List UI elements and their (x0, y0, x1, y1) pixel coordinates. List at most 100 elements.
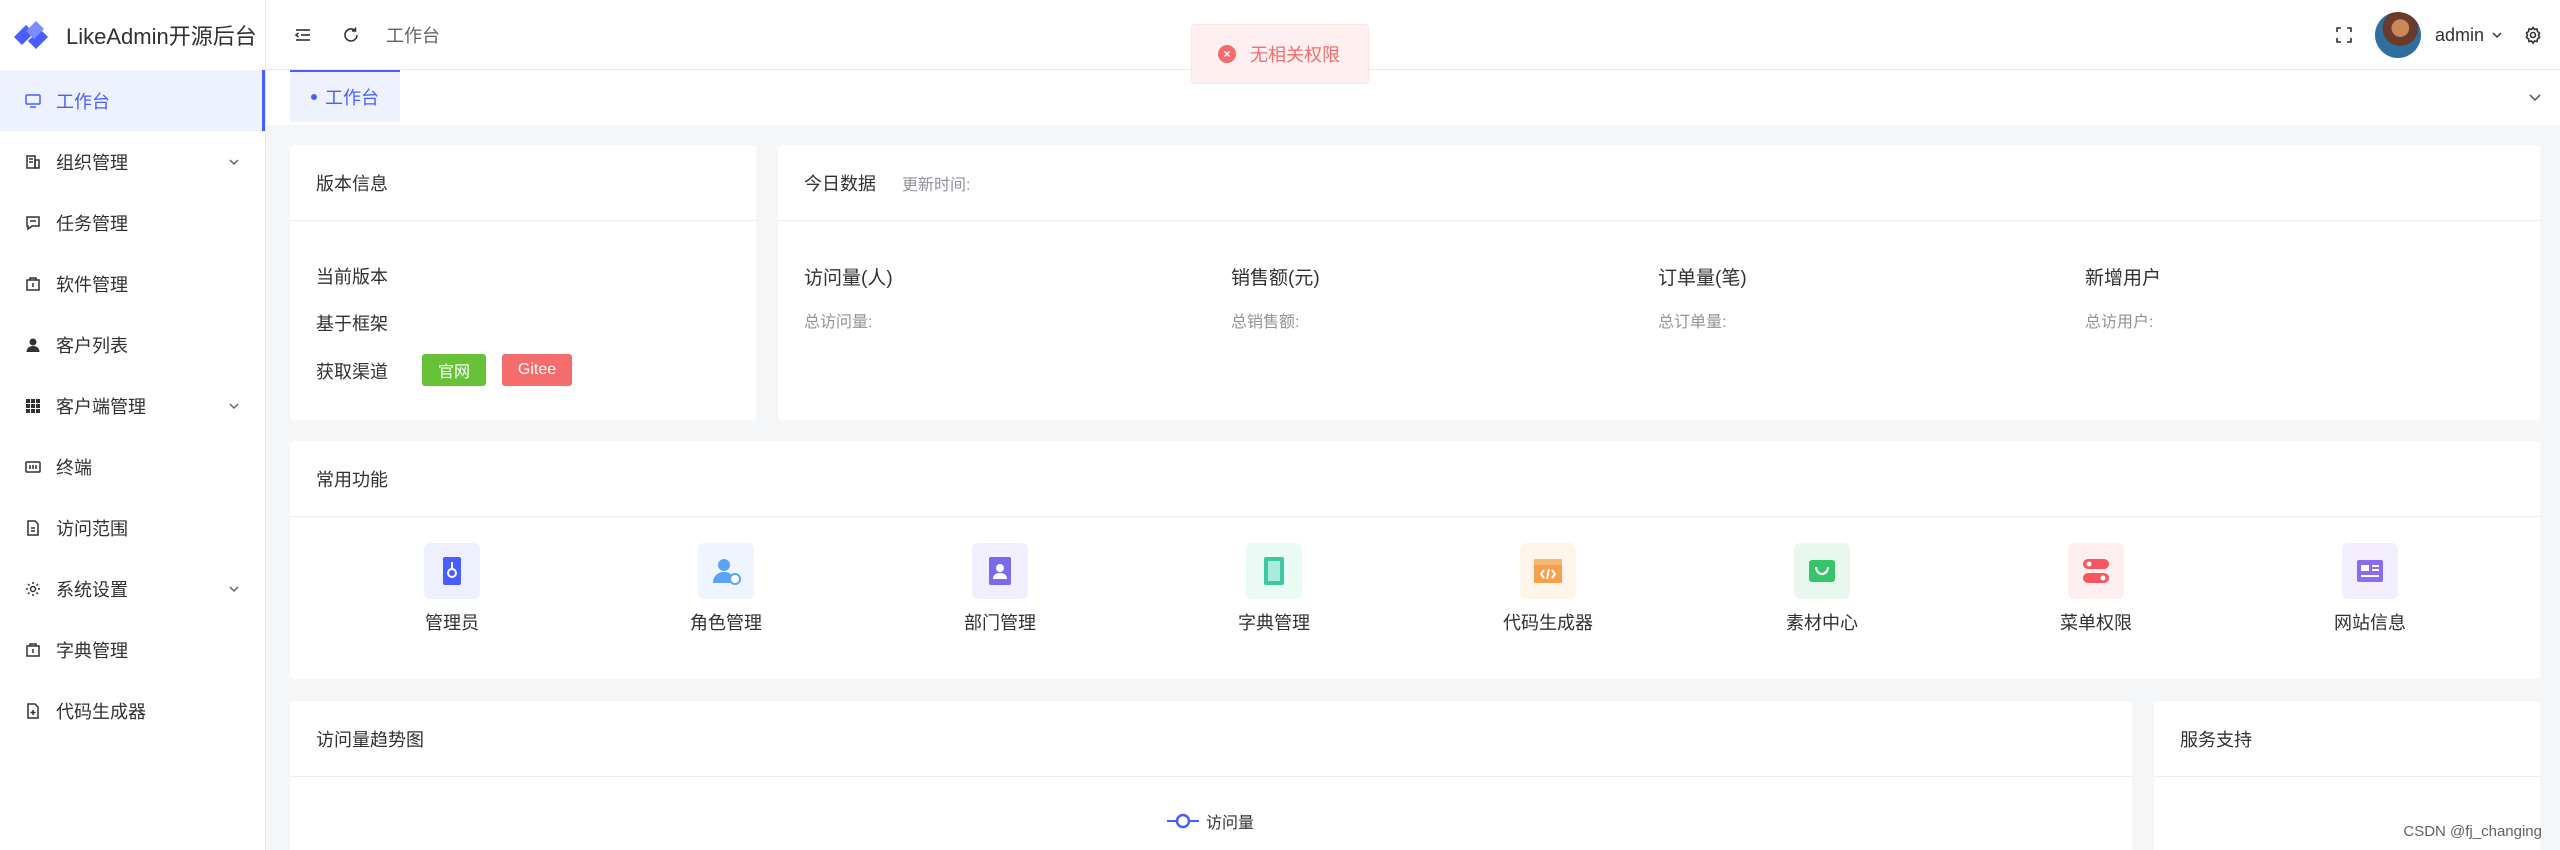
func-code-generator[interactable]: 代码生成器 (1478, 543, 1618, 635)
func-role[interactable]: 角色管理 (656, 543, 796, 635)
sidebar-item-label: 工作台 (56, 91, 110, 112)
code-icon (1520, 543, 1576, 599)
fold-menu-icon[interactable] (292, 24, 314, 46)
func-admin[interactable]: 管理员 (382, 543, 522, 635)
card-header: 今日数据 更新时间: (778, 145, 2540, 221)
breadcrumb[interactable]: 工作台 (386, 22, 440, 48)
settings-icon[interactable] (2522, 24, 2544, 46)
avatar[interactable] (2374, 12, 2421, 58)
fullscreen-icon[interactable] (2333, 24, 2355, 46)
document-add-icon (24, 702, 42, 720)
card-title: 服务支持 (2154, 701, 2540, 777)
sidebar-item-access-scope[interactable]: 访问范围 (0, 497, 265, 558)
sidebar-item-label: 代码生成器 (56, 701, 146, 722)
card-title: 今日数据 (804, 173, 876, 194)
framework-label: 基于框架 (316, 314, 388, 334)
func-material-center[interactable]: 素材中心 (1752, 543, 1892, 635)
header-right: admin (2333, 0, 2544, 70)
version-card: 版本信息 当前版本 基于框架 获取渠道 官网 Gitee (290, 145, 756, 420)
package-icon (24, 275, 42, 293)
common-functions-card: 常用功能 管理员 角色管理 部门管理 字典管理 代码生成器 素材中心 菜单权限 … (290, 441, 2540, 679)
stat-orders: 订单量(笔) 总订单量: (1658, 263, 1747, 332)
func-menu-permission[interactable]: 菜单权限 (2026, 543, 2166, 635)
func-label: 字典管理 (1238, 613, 1310, 633)
sidebar-menu: 工作台 组织管理 任务管理 软件管理 客户列表 客户端管理 终端 访问范围 系统… (0, 70, 265, 741)
chevron-down-icon (229, 158, 239, 165)
sidebar-item-customers[interactable]: 客户列表 (0, 314, 265, 375)
sidebar-item-label: 组织管理 (56, 152, 128, 173)
stat-sub: 总访问量: (804, 314, 873, 331)
legend-line-icon (1167, 813, 1199, 829)
sidebar-item-terminal[interactable]: 终端 (0, 436, 265, 497)
tab-workbench[interactable]: 工作台 (290, 70, 400, 122)
error-toast: × 无相关权限 (1191, 24, 1369, 84)
stat-title: 销售额(元) (1231, 268, 1320, 289)
func-label: 素材中心 (1786, 613, 1858, 633)
current-version-label: 当前版本 (316, 267, 388, 287)
stat-sales: 销售额(元) 总销售额: (1231, 263, 1320, 332)
sidebar-item-code-generator[interactable]: 代码生成器 (0, 680, 265, 741)
username[interactable]: admin (2435, 25, 2484, 46)
stat-title: 订单量(笔) (1658, 268, 1747, 289)
func-label: 管理员 (425, 613, 479, 633)
website-icon (2342, 543, 2398, 599)
admin-icon (424, 543, 480, 599)
sidebar-item-clients[interactable]: 客户端管理 (0, 375, 265, 436)
sidebar-item-label: 客户端管理 (56, 396, 146, 417)
func-label: 代码生成器 (1503, 613, 1593, 633)
card-title: 访问量趋势图 (290, 701, 2132, 777)
sidebar-item-label: 访问范围 (56, 518, 128, 539)
visit-trend-card: 访问量趋势图 访问量 (290, 701, 2132, 850)
refresh-icon[interactable] (340, 24, 362, 46)
monitor-icon (24, 92, 42, 110)
sidebar-item-system-settings[interactable]: 系统设置 (0, 558, 265, 619)
func-department[interactable]: 部门管理 (930, 543, 1070, 635)
stat-sub: 总订单量: (1658, 314, 1727, 331)
sidebar-item-tasks[interactable]: 任务管理 (0, 192, 265, 253)
department-icon (972, 543, 1028, 599)
sidebar-item-label: 软件管理 (56, 274, 128, 295)
sidebar-item-label: 字典管理 (56, 640, 128, 661)
tab-label: 工作台 (325, 88, 379, 108)
chevron-down-icon[interactable] (2526, 88, 2544, 106)
logo[interactable]: LikeAdmin开源后台 (0, 0, 265, 70)
stat-sub: 总销售额: (1231, 314, 1300, 331)
app-title: LikeAdmin开源后台 (66, 24, 257, 49)
func-dictionary[interactable]: 字典管理 (1204, 543, 1344, 635)
stat-visits: 访问量(人) 总访问量: (804, 263, 893, 332)
legend-label: 访问量 (1206, 815, 1255, 832)
gear-icon (24, 580, 42, 598)
func-label: 网站信息 (2334, 613, 2406, 633)
sidebar: LikeAdmin开源后台 工作台 组织管理 任务管理 软件管理 客户列表 客户… (0, 0, 266, 850)
chart-legend[interactable]: 访问量 (1166, 809, 1254, 833)
func-label: 角色管理 (690, 613, 762, 633)
stat-new-users: 新增用户 总访用户: (2085, 263, 2161, 332)
card-title: 版本信息 (290, 145, 756, 221)
watermark: CSDN @fj_changing (2403, 823, 2542, 840)
func-label: 部门管理 (964, 613, 1036, 633)
chevron-down-icon (229, 585, 239, 592)
active-dot (311, 94, 317, 100)
chevron-down-icon[interactable] (2490, 28, 2504, 42)
stat-sub: 总访用户: (2085, 314, 2154, 331)
card-title: 常用功能 (290, 441, 2540, 517)
official-site-button[interactable]: 官网 (422, 354, 486, 386)
terminal-icon (24, 458, 42, 476)
gitee-button[interactable]: Gitee (502, 354, 572, 386)
document-icon (24, 519, 42, 537)
grid-icon (24, 397, 42, 415)
sidebar-item-organization[interactable]: 组织管理 (0, 131, 265, 192)
func-website-info[interactable]: 网站信息 (2300, 543, 2440, 635)
toast-message: 无相关权限 (1250, 45, 1340, 65)
stat-title: 新增用户 (2085, 268, 2162, 289)
sidebar-item-dictionary[interactable]: 字典管理 (0, 619, 265, 680)
sidebar-item-label: 系统设置 (56, 579, 128, 600)
logo-icon (14, 21, 48, 49)
sidebar-item-workbench[interactable]: 工作台 (0, 70, 265, 131)
close-circle-icon: × (1218, 45, 1236, 63)
sidebar-item-software[interactable]: 软件管理 (0, 253, 265, 314)
sidebar-item-label: 终端 (56, 457, 92, 478)
stat-title: 访问量(人) (804, 268, 893, 289)
channel-label: 获取渠道 (316, 362, 388, 382)
sidebar-item-label: 任务管理 (56, 213, 128, 234)
